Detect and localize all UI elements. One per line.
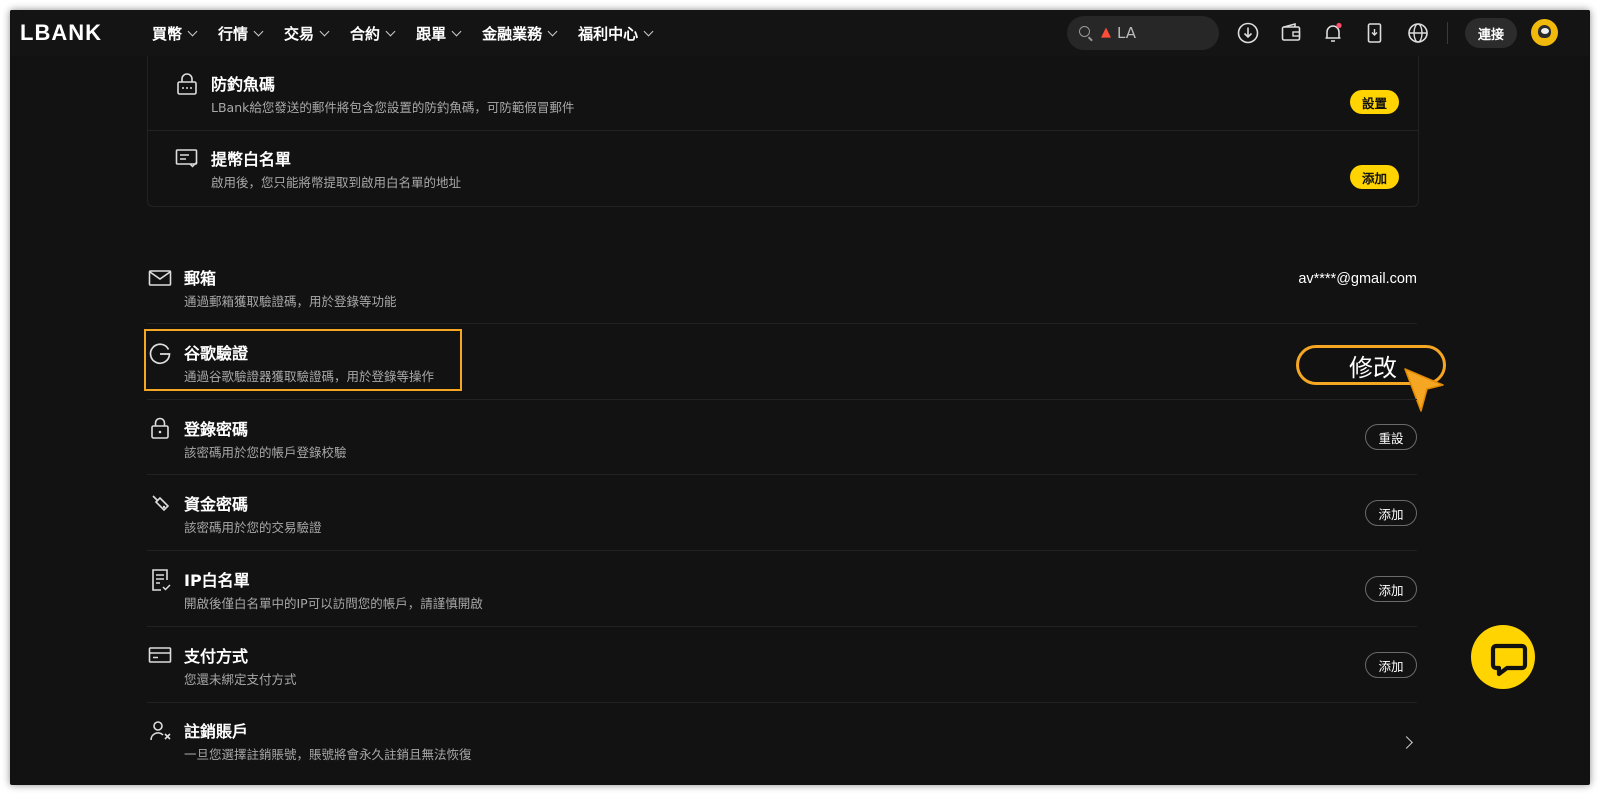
top-nav: LBANK 買幣 行情 交易 合約 跟單 金融業務 福利中心 ▲ LA 連接 — [10, 10, 1590, 56]
lbank-logo[interactable]: LBANK — [20, 20, 102, 46]
add-withdraw-whitelist-button[interactable]: 添加 — [1349, 165, 1399, 189]
row-description: 您還未綁定支付方式 — [184, 672, 297, 687]
chevron-down-icon — [253, 26, 264, 36]
set-anti-phishing-button[interactable]: 設置 — [1349, 90, 1399, 114]
menu-futures[interactable]: 合約 — [350, 23, 396, 44]
email-value: av****@gmail.com — [1298, 271, 1417, 287]
document-check-icon — [150, 568, 174, 592]
row-title: 防釣魚碼 — [211, 75, 276, 94]
menu-buy-crypto[interactable]: 買幣 — [152, 23, 198, 44]
divider — [147, 626, 1417, 627]
row-title: 資金密碼 — [184, 495, 249, 514]
delete-account-row[interactable]: 註銷賬戶 一旦您選擇註銷賬號，賬號將會永久註銷且無法恢復 — [147, 708, 1417, 784]
payment-method-row: 支付方式 您還未綁定支付方式 添加 — [147, 632, 1417, 708]
mail-icon — [148, 268, 172, 292]
row-description: 啟用後，您只能將幣提取到啟用白名單的地址 — [211, 175, 462, 190]
fund-password-row: 資金密碼 該密碼用於您的交易驗證 添加 — [147, 480, 1417, 556]
reset-login-password-button[interactable]: 重設 — [1365, 424, 1417, 450]
menu-label: 合約 — [350, 24, 381, 43]
user-remove-icon — [149, 719, 173, 743]
globe-icon[interactable] — [1406, 21, 1430, 45]
row-description: 該密碼用於您的交易驗證 — [184, 520, 322, 535]
menu-label: 金融業務 — [482, 24, 543, 43]
row-title: 支付方式 — [184, 647, 249, 666]
divider — [147, 550, 1417, 551]
withdraw-whitelist-row: 提幣白名單 啟用後，您只能將幣提取到啟用白名單的地址 添加 — [148, 131, 1418, 206]
nav-divider — [1447, 22, 1448, 44]
key-icon — [150, 493, 174, 517]
menu-trade[interactable]: 交易 — [284, 23, 330, 44]
divider — [147, 702, 1417, 703]
add-fund-password-button[interactable]: 添加 — [1365, 500, 1417, 526]
security-advanced-card: 防釣魚碼 LBank給您發送的郵件將包含您設置的防釣魚碼，可防範假冒郵件 設置 … — [147, 56, 1419, 207]
avatar[interactable] — [1531, 19, 1558, 46]
menu-markets[interactable]: 行情 — [218, 23, 264, 44]
fire-icon: ▲ — [1101, 25, 1111, 40]
login-password-row: 登錄密碼 該密碼用於您的帳戶登錄校驗 重設 — [147, 405, 1417, 481]
credit-card-icon — [148, 645, 172, 669]
add-payment-method-button[interactable]: 添加 — [1365, 652, 1417, 678]
anti-phishing-row: 防釣魚碼 LBank給您發送的郵件將包含您設置的防釣魚碼，可防範假冒郵件 設置 — [148, 56, 1418, 131]
chat-icon — [1490, 643, 1528, 677]
wallet-icon[interactable] — [1279, 21, 1303, 45]
chat-support-button[interactable] — [1471, 625, 1535, 689]
chevron-down-icon — [547, 26, 558, 36]
device-icon[interactable] — [1363, 21, 1387, 45]
app-window: LBANK 買幣 行情 交易 合約 跟單 金融業務 福利中心 ▲ LA 連接 防… — [10, 10, 1590, 785]
connect-button[interactable]: 連接 — [1465, 18, 1517, 48]
search-icon — [1079, 26, 1090, 37]
row-title: IP白名單 — [184, 571, 250, 590]
main-menu: 買幣 行情 交易 合約 跟單 金融業務 福利中心 — [152, 10, 674, 56]
chevron-down-icon — [385, 26, 396, 36]
row-description: LBank給您發送的郵件將包含您設置的防釣魚碼，可防範假冒郵件 — [211, 100, 575, 115]
row-title: 登錄密碼 — [184, 420, 249, 439]
divider — [147, 474, 1417, 475]
row-description: 該密碼用於您的帳戶登錄校驗 — [184, 445, 347, 460]
row-title: 註銷賬戶 — [184, 722, 249, 741]
menu-rewards[interactable]: 福利中心 — [578, 23, 654, 44]
menu-label: 買幣 — [152, 24, 183, 43]
chevron-right-icon — [1400, 736, 1413, 749]
email-row: 郵箱 通過郵箱獲取驗證碼，用於登錄等功能 av****@gmail.com — [147, 253, 1417, 329]
divider — [147, 399, 1417, 400]
chevron-down-icon — [187, 26, 198, 36]
row-description: 開啟後僅白名單中的IP可以訪問您的帳戶，請謹慎開啟 — [184, 596, 483, 611]
divider — [147, 323, 1417, 324]
chevron-down-icon — [319, 26, 330, 36]
row-title: 提幣白名單 — [211, 150, 292, 169]
add-ip-whitelist-button[interactable]: 添加 — [1365, 576, 1417, 602]
menu-label: 福利中心 — [578, 24, 639, 43]
row-description: 通過郵箱獲取驗證碼，用於登錄等功能 — [184, 294, 397, 309]
search-input[interactable]: ▲ LA — [1067, 16, 1219, 50]
search-hot-keyword: LA — [1117, 24, 1136, 42]
menu-label: 跟單 — [416, 24, 447, 43]
chevron-down-icon — [643, 26, 654, 36]
chevron-down-icon — [451, 26, 462, 36]
menu-finance[interactable]: 金融業務 — [482, 23, 558, 44]
whitelist-card-icon — [175, 147, 199, 171]
highlight-box — [144, 329, 462, 391]
lock-fish-icon — [176, 72, 200, 96]
row-description: 一旦您選擇註銷賬號，賬號將會永久註銷且無法恢復 — [184, 747, 472, 762]
menu-label: 行情 — [218, 24, 249, 43]
lock-icon — [150, 416, 174, 440]
row-title: 郵箱 — [184, 269, 217, 288]
ip-whitelist-row: IP白名單 開啟後僅白名單中的IP可以訪問您的帳戶，請謹慎開啟 添加 — [147, 556, 1417, 632]
download-icon[interactable] — [1236, 21, 1260, 45]
bell-icon[interactable] — [1321, 21, 1345, 45]
menu-copy-trading[interactable]: 跟單 — [416, 23, 462, 44]
menu-label: 交易 — [284, 24, 315, 43]
